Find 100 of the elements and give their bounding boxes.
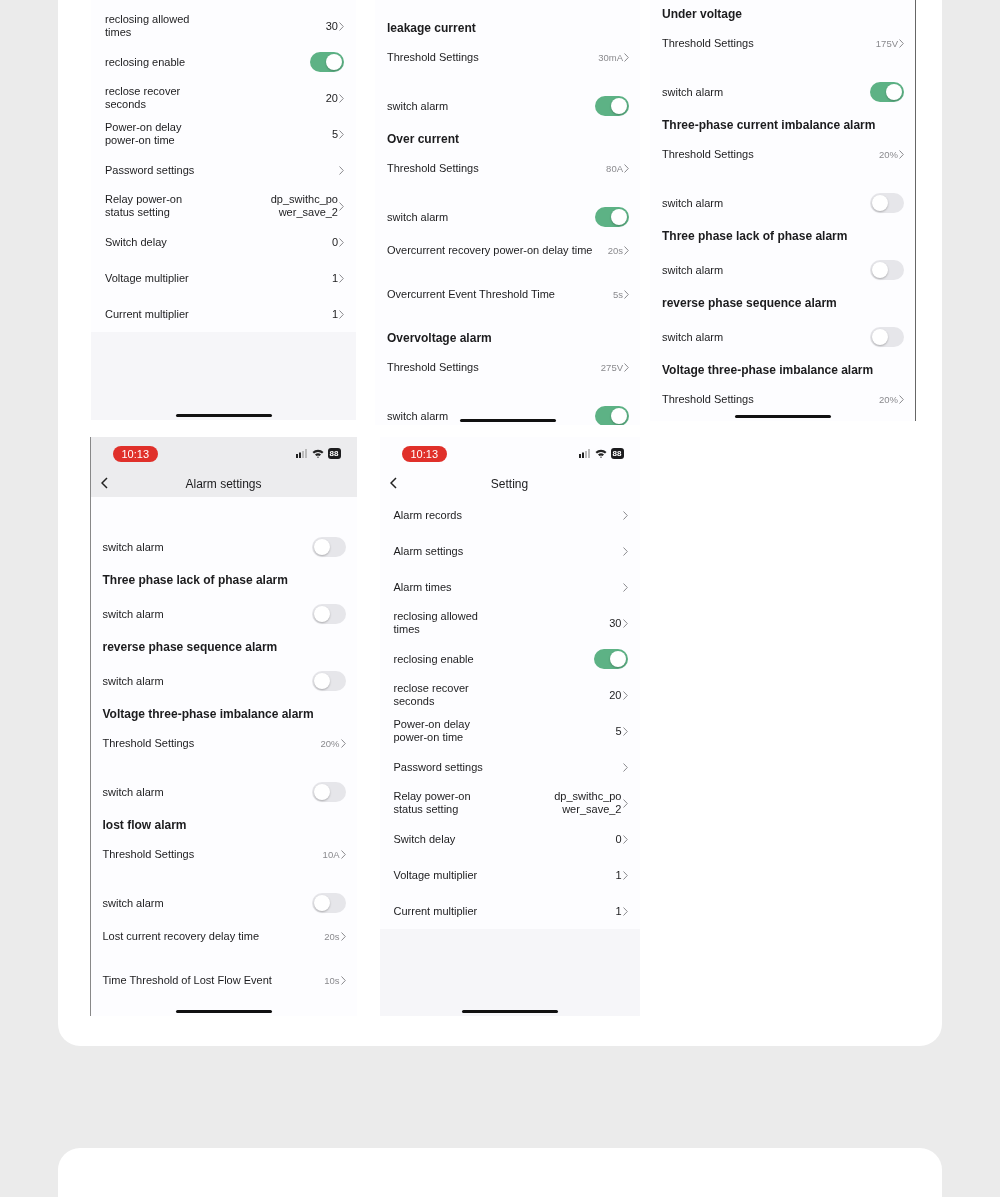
setting-label: Current multiplier [393, 904, 479, 918]
setting-value: dp_swithc_power_save_2 [269, 193, 338, 219]
chevron-icon [624, 246, 629, 255]
setting-value: 20% [320, 737, 340, 750]
setting-label: switch alarm [102, 607, 164, 621]
setting-value: 0 [615, 832, 622, 846]
toggle-switch[interactable] [595, 207, 629, 227]
chevron-icon [339, 165, 344, 175]
setting-label: Alarm records [393, 508, 463, 522]
setting-value: 80A [606, 162, 623, 175]
setting-label: Switch delay [393, 832, 457, 846]
section-heading: Over current [387, 133, 460, 146]
setting-label: Alarm settings [393, 544, 465, 558]
chevron-icon [624, 290, 629, 299]
setting-label: reclosing allowed times [105, 13, 191, 39]
chevron-icon [339, 273, 344, 283]
setting-value: 20% [879, 148, 898, 161]
setting-label: switch alarm [102, 785, 164, 799]
battery-level: 88 [327, 448, 341, 459]
section-heading: lost flow alarm [102, 819, 187, 832]
wifi-icon [594, 449, 607, 458]
setting-label: Current multiplier [105, 307, 190, 321]
setting-label: Alarm times [393, 580, 453, 594]
section-heading: Overvoltage alarm [387, 332, 492, 345]
setting-value: 1 [331, 307, 338, 321]
section-heading: Three phase lack of phase alarm [662, 230, 848, 243]
toggle-switch[interactable] [870, 327, 904, 347]
setting-value: 20s [607, 244, 623, 257]
setting-label: Power-on delay power-on time [105, 121, 183, 147]
back-icon[interactable] [389, 477, 397, 489]
chevron-icon [622, 834, 628, 844]
status-time: 10:13 [112, 445, 159, 462]
setting-label: Password settings [393, 760, 484, 774]
setting-label: Threshold Settings [102, 848, 195, 861]
chevron-icon [340, 976, 346, 985]
setting-value: 20s [324, 930, 340, 943]
chevron-icon [622, 510, 628, 520]
setting-label: Voltage multiplier [105, 271, 190, 285]
chevron-icon [622, 582, 628, 592]
chevron-icon [339, 93, 344, 103]
chevron-icon [624, 363, 629, 372]
wifi-icon [311, 449, 324, 458]
toggle-switch[interactable] [870, 260, 904, 280]
setting-value: 275V [600, 361, 623, 374]
toggle-switch[interactable] [311, 893, 346, 913]
chevron-icon [899, 150, 904, 159]
chevron-icon [622, 762, 628, 772]
toggle-switch[interactable] [311, 671, 346, 691]
setting-label: Threshold Settings [662, 148, 754, 161]
setting-value: 5 [331, 127, 338, 141]
setting-label: reclosing enable [393, 652, 475, 666]
chevron-icon [340, 932, 346, 941]
toggle-switch[interactable] [595, 96, 629, 116]
setting-label: switch alarm [662, 263, 724, 277]
setting-label: Lost current recovery delay time [102, 930, 259, 943]
toggle-switch[interactable] [311, 782, 346, 802]
setting-value: 5 [615, 724, 622, 738]
chevron-icon [339, 237, 344, 247]
section-heading: reverse phase sequence alarm [102, 641, 278, 654]
chevron-icon [622, 870, 628, 880]
section-heading: Voltage three-phase imbalance alarm [662, 364, 874, 377]
setting-label: Overcurrent Event Threshold Time [387, 288, 555, 301]
setting-label: switch alarm [387, 99, 449, 113]
toggle-switch[interactable] [593, 649, 628, 669]
chevron-icon [622, 546, 628, 556]
toggle-switch[interactable] [595, 406, 629, 425]
setting-value: 30 [609, 616, 622, 630]
setting-label: switch alarm [387, 210, 449, 224]
setting-label: Password settings [105, 163, 196, 177]
setting-value: 30mA [598, 51, 623, 64]
setting-value: 1 [331, 271, 338, 285]
chevron-icon [340, 739, 346, 748]
setting-label: reclose recover seconds [105, 85, 182, 111]
chevron-icon [340, 850, 346, 859]
screen-title: Alarm settings [185, 476, 262, 491]
chevron-icon [899, 39, 904, 48]
section-heading: Under voltage [662, 8, 742, 21]
setting-value: 5s [612, 288, 623, 301]
screen-title: Setting [490, 476, 529, 491]
toggle-switch[interactable] [311, 604, 346, 624]
setting-label: Switch delay [105, 235, 168, 249]
setting-value: 1 [615, 904, 622, 918]
setting-value: 10s [324, 974, 340, 987]
toggle-switch[interactable] [870, 82, 904, 102]
chevron-icon [624, 164, 629, 173]
setting-label: Relay power-on status setting [105, 193, 184, 219]
setting-label: switch alarm [102, 674, 164, 688]
setting-value: 20 [609, 688, 622, 702]
setting-label: Voltage multiplier [393, 868, 479, 882]
back-icon[interactable] [100, 477, 108, 489]
battery-level: 88 [610, 448, 624, 459]
toggle-switch[interactable] [311, 537, 346, 557]
chevron-icon [339, 201, 344, 211]
toggle-switch[interactable] [310, 52, 344, 72]
setting-label: switch alarm [387, 409, 449, 423]
toggle-switch[interactable] [870, 193, 904, 213]
setting-label: reclosing enable [105, 55, 187, 69]
section-heading: Voltage three-phase imbalance alarm [102, 708, 314, 721]
setting-label: switch alarm [662, 85, 724, 99]
section-heading: Three phase lack of phase alarm [102, 574, 288, 587]
